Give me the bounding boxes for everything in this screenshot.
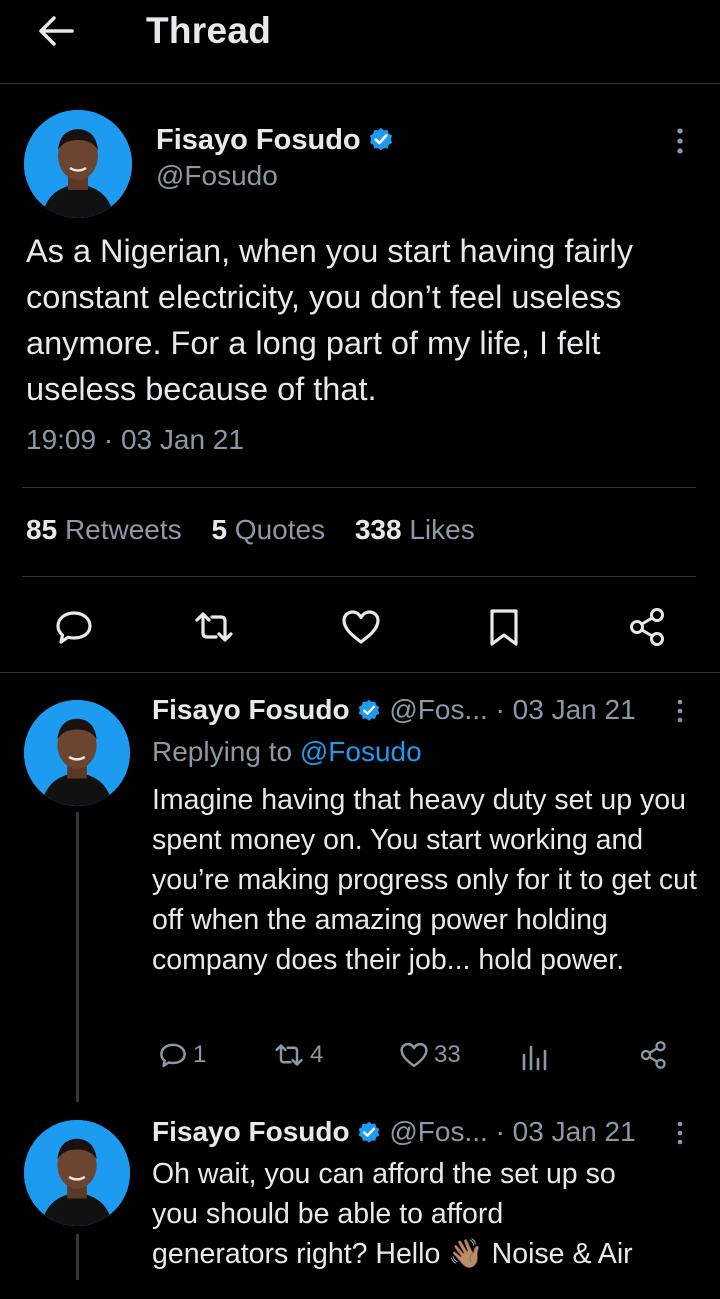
retweet-button[interactable] xyxy=(192,605,236,649)
reply-text: Oh wait, you can afford the set up so yo… xyxy=(152,1154,700,1274)
like-count: 33 xyxy=(434,1041,461,1068)
author-name: Fisayo Fosudo xyxy=(152,694,350,725)
retweet-icon xyxy=(275,1044,303,1066)
bookmark-icon xyxy=(490,609,518,646)
more-vertical-icon xyxy=(677,128,683,154)
likes-stat[interactable]: 338 Likes xyxy=(355,514,475,545)
heart-icon xyxy=(342,610,380,644)
reply-text-line: you should be able to afford xyxy=(152,1198,504,1230)
more-vertical-icon xyxy=(677,1121,683,1145)
share-icon xyxy=(630,608,664,646)
page-title: Thread xyxy=(146,10,272,51)
share-icon xyxy=(640,1041,666,1069)
replying-to: Replying to @Fosudo xyxy=(152,736,422,767)
reply-text-line: Oh wait, you can afford the set up so xyxy=(152,1158,616,1190)
more-options-button[interactable] xyxy=(666,126,694,156)
reply-header[interactable]: Fisayo Fosudo @Fos... · 03 Jan 21 xyxy=(152,1116,636,1148)
tweet-stats: 85 Retweets 5 Quotes 338 Likes xyxy=(26,514,497,546)
like-button[interactable] xyxy=(339,605,383,649)
header-divider xyxy=(0,83,720,84)
reply-date: · 03 Jan 21 xyxy=(495,694,636,725)
retweets-stat[interactable]: 85 Retweets xyxy=(26,514,182,545)
reply-icon xyxy=(160,1043,186,1068)
verified-badge-icon xyxy=(358,699,379,721)
heart-icon xyxy=(400,1042,428,1068)
reply-count: 1 xyxy=(193,1041,207,1068)
stats-divider-bottom xyxy=(22,576,696,577)
verified-badge-icon xyxy=(369,127,392,151)
retweet-button[interactable]: 4 xyxy=(272,1038,323,1072)
author-handle: @Fos... xyxy=(389,1116,488,1147)
arrow-left-icon xyxy=(39,16,74,46)
avatar[interactable] xyxy=(24,700,130,806)
retweet-count: 4 xyxy=(310,1041,324,1068)
tweet-text: As a Nigerian, when you start having fai… xyxy=(26,233,633,407)
bookmark-button[interactable] xyxy=(482,605,526,649)
tweet-timestamp[interactable]: 19:09 · 03 Jan 21 xyxy=(26,424,244,456)
reply-text: Imagine having that heavy duty set up yo… xyxy=(152,784,697,976)
like-button[interactable]: 33 xyxy=(398,1038,461,1072)
analytics-bars-icon xyxy=(522,1045,547,1071)
author-name: Fisayo Fosudo xyxy=(156,124,361,156)
thread-connector-line xyxy=(76,1234,79,1280)
analytics-button[interactable] xyxy=(520,1038,552,1072)
more-vertical-icon xyxy=(677,699,683,723)
reply-header[interactable]: Fisayo Fosudo @Fos... · 03 Jan 21 xyxy=(152,694,636,726)
reply-button[interactable]: 1 xyxy=(157,1038,206,1072)
waving-hand-emoji: 👋🏽 xyxy=(448,1238,484,1270)
main-tweet-divider xyxy=(0,672,720,673)
reply-button[interactable] xyxy=(52,605,96,649)
back-button[interactable] xyxy=(36,14,76,48)
share-button[interactable] xyxy=(638,1038,674,1072)
retweet-icon xyxy=(195,612,233,642)
author-name: Fisayo Fosudo xyxy=(152,1116,350,1147)
author-handle: @Fos... xyxy=(389,694,488,725)
verified-badge-icon xyxy=(358,1121,379,1143)
more-options-button[interactable] xyxy=(668,1118,692,1148)
reply-icon xyxy=(56,611,92,644)
quotes-stat[interactable]: 5 Quotes xyxy=(211,514,325,545)
author-handle[interactable]: @Fosudo xyxy=(156,160,278,192)
stats-divider-top xyxy=(22,487,696,488)
replying-to-link[interactable]: @Fosudo xyxy=(300,736,422,767)
reply-date: · 03 Jan 21 xyxy=(495,1116,636,1147)
avatar[interactable] xyxy=(24,110,132,218)
author-name-row[interactable]: Fisayo Fosudo xyxy=(156,124,395,157)
share-button[interactable] xyxy=(626,605,670,649)
more-options-button[interactable] xyxy=(668,696,692,726)
thread-connector-line xyxy=(76,812,79,1102)
avatar[interactable] xyxy=(24,1120,130,1226)
reply-text-line: generators right? Hello 👋🏽 Noise & Air xyxy=(152,1238,633,1270)
